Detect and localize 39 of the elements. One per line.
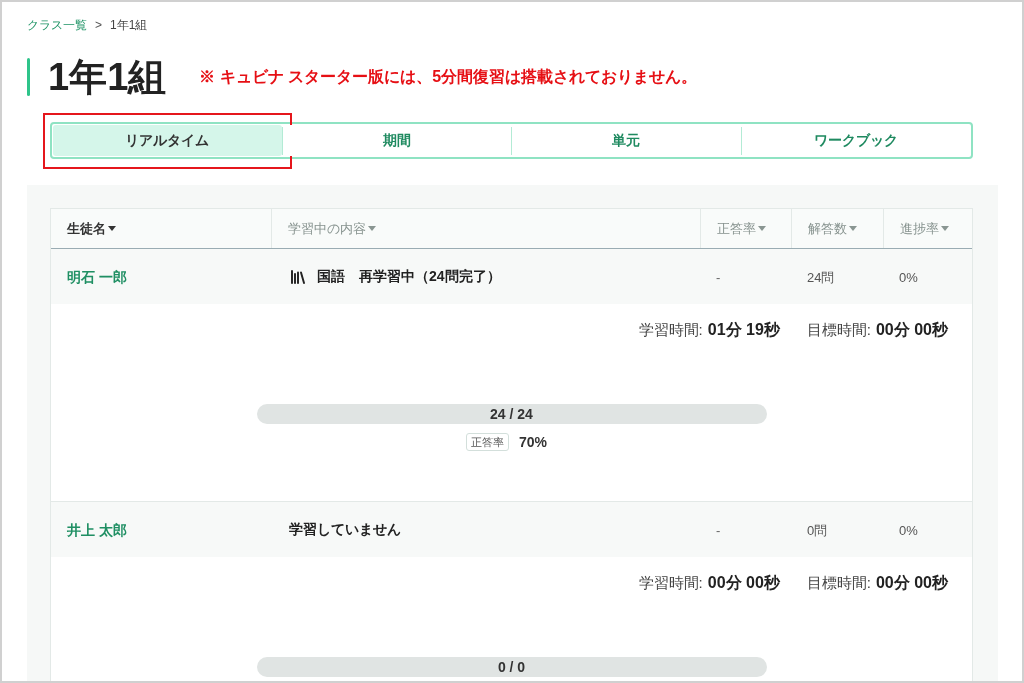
sort-caret-icon <box>758 226 766 231</box>
accuracy-tag: 正答率 <box>466 433 509 451</box>
accuracy-value: 70% <box>519 432 547 452</box>
study-time-label: 学習時間: <box>638 320 703 340</box>
answers-cell: 24問 <box>807 269 835 285</box>
breadcrumb-current: 1年1組 <box>110 17 148 34</box>
target-time-label: 目標時間: <box>806 320 871 340</box>
target-time-value: 00分 00秒 <box>875 320 948 340</box>
target-time-value: 00分 00秒 <box>875 573 948 593</box>
answers-cell: 0問 <box>807 522 828 538</box>
sort-caret-icon <box>368 226 376 231</box>
student-name-link[interactable]: 井上 太郎 <box>67 521 127 538</box>
answer-count-pill: 0 / 0 <box>256 657 767 677</box>
page-title: 1年1組 <box>48 58 167 96</box>
column-header[interactable]: 学習中の内容 <box>271 209 700 248</box>
breadcrumb-link[interactable]: クラス一覧 <box>27 16 87 34</box>
sort-caret-icon <box>108 226 116 231</box>
accuracy-cell: - <box>716 269 721 285</box>
title-accent-bar <box>27 58 30 96</box>
column-header[interactable]: 正答率 <box>700 209 791 248</box>
breadcrumb-separator: > <box>95 17 102 34</box>
learning-content: 国語 再学習中（24問完了） <box>317 267 501 286</box>
column-header[interactable]: 進捗率 <box>883 209 974 248</box>
column-header[interactable]: 解答数 <box>791 209 883 248</box>
sort-caret-icon <box>941 226 949 231</box>
accuracy-cell: - <box>716 522 721 538</box>
column-header[interactable]: 生徒名 <box>51 209 271 248</box>
study-time-value: 00分 00秒 <box>707 573 780 593</box>
learning-content: 学習していません <box>289 520 401 539</box>
study-time-value: 01分 19秒 <box>707 320 780 340</box>
sort-caret-icon <box>849 226 857 231</box>
notice-text: ※ キュビナ スターター版には、5分間復習は搭載されておりません。 <box>199 67 698 87</box>
progress-cell: 0% <box>899 522 918 538</box>
tab[interactable]: リアルタイム <box>53 125 282 156</box>
answer-count-pill: 24 / 24 <box>256 404 767 424</box>
target-time-label: 目標時間: <box>806 573 871 593</box>
student-name-link[interactable]: 明石 一郎 <box>67 268 127 285</box>
progress-cell: 0% <box>899 269 918 285</box>
study-time-label: 学習時間: <box>638 573 703 593</box>
